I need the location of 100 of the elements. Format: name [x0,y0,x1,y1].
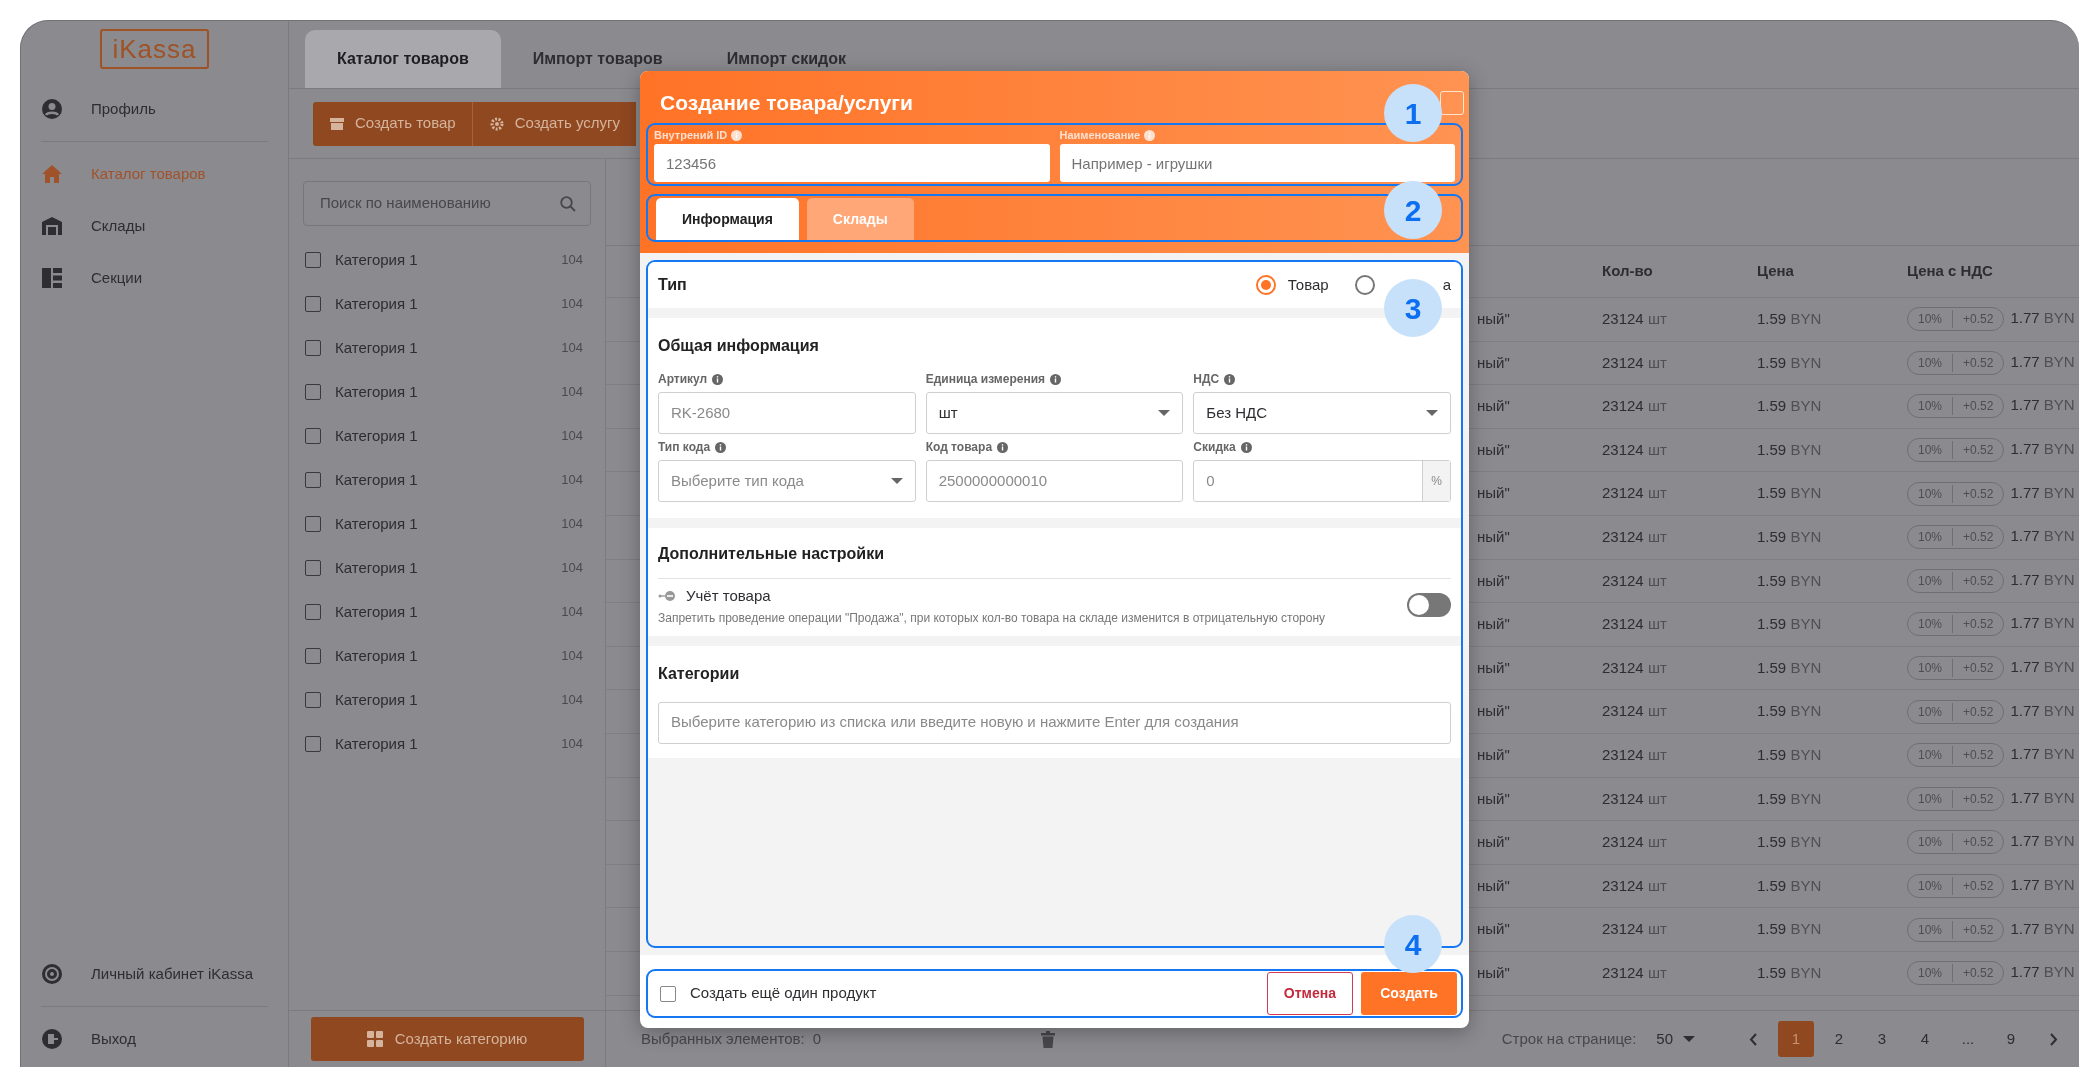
category-label[interactable]: Категория 1 [335,336,418,360]
category-label[interactable]: Категория 1 [335,556,418,580]
toolbar-button[interactable]: Создать товар [313,101,472,146]
stock-icon [658,590,676,603]
input-field[interactable]: 123456 [654,144,1050,182]
toolbar-button[interactable]: Создать услугу [471,101,636,146]
currency-label: BYN [1790,876,1822,894]
table-cell: 1.59 [1757,440,1787,458]
checkbox[interactable] [305,296,321,312]
user-icon [41,98,63,120]
currency-label: BYN [1790,310,1822,328]
checkbox-label[interactable]: Создать ещё один продукт [690,982,877,1005]
column-header: Цена [1756,261,1795,282]
radio-button[interactable] [1255,275,1276,295]
sidebar-item[interactable]: Выход [21,1013,288,1065]
checkbox[interactable] [305,340,321,356]
table-cell: 1.77 [2010,788,2040,806]
search-field[interactable]: Поиск по наименованию [303,181,591,226]
radio-label[interactable]: Товар [1287,273,1329,297]
category-label[interactable]: Категория 1 [335,292,418,316]
field-label: Тип кода [658,439,711,456]
category-label[interactable]: Категория 1 [335,732,418,756]
checkbox[interactable] [305,428,321,444]
checkbox[interactable] [305,560,321,576]
input-field[interactable]: RK-2680 [658,392,916,434]
table-cell: 23124 [1602,920,1644,938]
currency-label: BYN [2043,876,2075,893]
checkbox[interactable] [305,604,321,620]
category-count: 104 [561,339,583,358]
unit-label: шт [1647,658,1667,676]
tab[interactable]: Информация [656,198,799,240]
table-cell: 1.77 [2010,309,2040,327]
tab[interactable]: Импорт скидок [694,30,878,88]
checkbox[interactable] [305,648,321,664]
input-field[interactable]: Выберите категорию из списка или введите новую и нажмите Enter для создания [658,701,1451,744]
input-field[interactable]: Например - игрушки [1059,144,1455,182]
tab[interactable]: Каталог товаров [305,30,501,88]
currency-label: BYN [1790,397,1822,415]
field-label: Скидка [1193,439,1236,456]
category-count: 104 [561,515,583,534]
category-label[interactable]: Категория 1 [335,380,418,404]
unit-label: шт [1647,353,1667,371]
currency-label: BYN [2043,788,2075,806]
home-icon [41,164,63,184]
page-button[interactable]: 3 [1864,1021,1900,1057]
info-icon [1224,373,1236,385]
tab[interactable]: Импорт товаров [500,30,695,88]
table-cell: 1.77 [2010,658,2040,676]
category-label[interactable]: Категория 1 [335,512,418,536]
checkbox[interactable] [305,472,321,488]
cancel-button[interactable]: Отмена [1266,972,1353,1015]
category-label[interactable]: Категория 1 [335,468,418,492]
dropdown-field[interactable]: Без НДС [1193,392,1451,434]
radio-label[interactable]: а [1442,273,1451,297]
unit-label: шт [1647,876,1667,894]
currency-label: BYN [1790,440,1822,458]
category-label[interactable]: Категория 1 [335,688,418,712]
checkbox[interactable] [305,692,321,708]
category-label[interactable]: Категория 1 [335,248,418,272]
dropdown-field[interactable]: Выберите тип кода [658,460,916,502]
category-label[interactable]: Категория 1 [335,424,418,448]
checkbox[interactable] [305,736,321,752]
sidebar-item[interactable]: Склады [21,200,288,252]
currency-label: BYN [1790,746,1822,763]
category-label[interactable]: Категория 1 [335,600,418,624]
info-icon [1240,441,1252,453]
page-button[interactable]: ... [1950,1021,1986,1057]
create-button[interactable]: Создать [1361,972,1457,1015]
field-label: Артикул [658,371,708,388]
toggle-switch[interactable] [1407,593,1451,618]
currency-label: BYN [2043,396,2075,414]
field-label: Наименование [1059,128,1141,144]
create-category-button[interactable]: Создать категорию [310,1017,584,1061]
dropdown-field[interactable]: шт [925,392,1184,434]
currency-label: BYN [2043,527,2075,545]
page-button[interactable]: 9 [1993,1021,2029,1057]
checkbox[interactable] [305,252,321,268]
table-cell-text: ный" [1476,309,1511,330]
category-count: 104 [561,647,583,666]
table-cell: 1.59 [1757,658,1787,676]
column-header: Кол-во [1601,261,1654,282]
sidebar-item[interactable]: Секции [21,252,288,304]
input-field[interactable]: 0 % [1193,460,1451,502]
checkbox[interactable] [305,516,321,532]
sidebar-item[interactable]: Личный кабинет iKassa [21,948,288,1000]
trash-icon [1040,1030,1055,1048]
category-label[interactable]: Категория 1 [335,644,418,668]
table-cell: 23124 [1602,397,1644,415]
input-field[interactable]: 2500000000010 [925,460,1184,502]
page-button[interactable]: 1 [1778,1021,1814,1057]
info-icon [715,441,727,453]
radio-button[interactable] [1354,275,1375,295]
checkbox[interactable] [305,384,321,400]
page-button[interactable]: 4 [1907,1021,1943,1057]
sidebar-item[interactable]: Профиль [21,83,288,135]
unit-label: шт [1647,484,1667,502]
page-button[interactable]: 2 [1821,1021,1857,1057]
checkbox[interactable] [660,985,676,1002]
rows-per-page-select[interactable]: 50 [1656,1021,1695,1057]
category-count: 104 [561,295,583,314]
